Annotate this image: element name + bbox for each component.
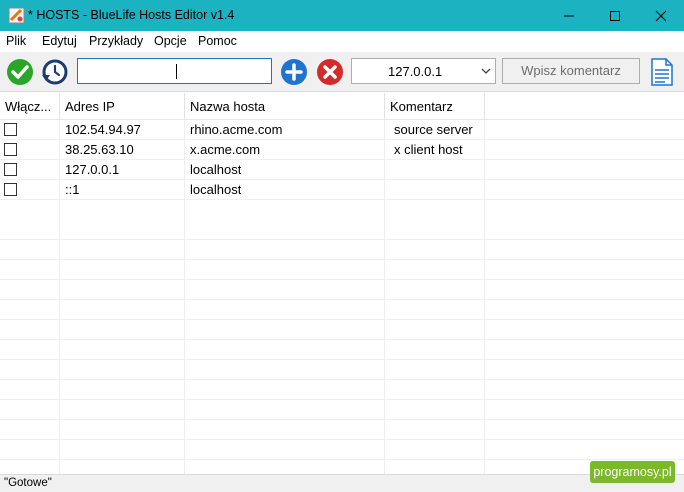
maximize-icon — [610, 10, 620, 21]
minimize-icon — [564, 15, 574, 16]
menu-opcje[interactable]: Opcje — [154, 34, 187, 48]
enable-checkbox[interactable] — [4, 163, 17, 176]
empty-row-line — [0, 439, 684, 440]
column-header-host[interactable]: Nazwa hosta — [185, 93, 385, 120]
clock-restore-icon[interactable] — [40, 58, 68, 86]
ip-cell: 102.54.94.97 — [65, 122, 141, 137]
empty-row-line — [0, 259, 684, 260]
app-icon — [8, 7, 25, 24]
table-row[interactable]: ::1 localhost — [0, 180, 684, 200]
empty-row-line — [0, 459, 684, 460]
menu-plik[interactable]: Plik — [6, 34, 26, 48]
status-bar: "Gotowe" — [0, 474, 684, 492]
minimize-button[interactable] — [546, 0, 592, 31]
host-cell: localhost — [190, 162, 242, 177]
empty-row-line — [0, 379, 684, 380]
menu-pomoc[interactable]: Pomoc — [198, 34, 237, 48]
ip-combo[interactable]: 127.0.0.1 — [351, 58, 496, 84]
watermark: programosy.pl — [590, 461, 675, 483]
ip-cell: 38.25.63.10 — [65, 142, 134, 157]
menu-przyklady[interactable]: Przykłady — [89, 34, 143, 48]
plus-circle-icon[interactable] — [280, 58, 308, 86]
status-text: "Gotowe" — [4, 477, 52, 489]
column-header-comment[interactable]: Komentarz — [385, 93, 485, 120]
chevron-down-icon — [481, 68, 491, 74]
toolbar: 127.0.0.1 Wpisz komentarz — [0, 52, 684, 92]
checkmark-icon[interactable] — [6, 58, 34, 86]
table-row[interactable]: 38.25.63.10 x.acme.com x client host — [0, 140, 684, 160]
close-button[interactable] — [638, 0, 684, 31]
host-cell: rhino.acme.com — [190, 122, 283, 137]
comment-cell: x client host — [394, 142, 463, 157]
empty-row-line — [0, 399, 684, 400]
hosts-table: Włącz... Adres IP Nazwa hosta Komentarz … — [0, 93, 684, 474]
enable-checkbox[interactable] — [4, 143, 17, 156]
ip-cell: 127.0.0.1 — [65, 162, 120, 177]
ip-input[interactable] — [77, 58, 272, 84]
table-row[interactable]: 102.54.94.97 rhino.acme.com source serve… — [0, 120, 684, 140]
title-bar: * HOSTS - BlueLife Hosts Editor v1.4 — [0, 0, 684, 31]
window-title: * HOSTS - BlueLife Hosts Editor v1.4 — [28, 8, 235, 22]
comment-button[interactable]: Wpisz komentarz — [502, 58, 640, 84]
enable-checkbox[interactable] — [4, 123, 17, 136]
empty-row-line — [0, 419, 684, 420]
column-header-ip[interactable]: Adres IP — [60, 93, 185, 120]
column-header-enabled[interactable]: Włącz... — [0, 93, 60, 120]
table-header: Włącz... Adres IP Nazwa hosta Komentarz — [0, 93, 684, 120]
comment-cell: source server — [394, 122, 473, 137]
ip-combo-value: 127.0.0.1 — [388, 64, 443, 79]
empty-row-line — [0, 299, 684, 300]
menu-edytuj[interactable]: Edytuj — [42, 34, 77, 48]
close-icon — [655, 10, 667, 21]
document-icon[interactable] — [650, 58, 674, 86]
menu-bar: Plik Edytuj Przykłady Opcje Pomoc — [0, 31, 684, 52]
enable-checkbox[interactable] — [4, 183, 17, 196]
empty-row-line — [0, 319, 684, 320]
ip-cell: ::1 — [65, 182, 80, 197]
empty-row-line — [0, 239, 684, 240]
host-cell: localhost — [190, 182, 242, 197]
empty-row-line — [0, 279, 684, 280]
host-cell: x.acme.com — [190, 142, 261, 157]
text-caret — [176, 64, 177, 79]
empty-row-line — [0, 339, 684, 340]
maximize-button[interactable] — [592, 0, 638, 31]
table-row[interactable]: 127.0.0.1 localhost — [0, 160, 684, 180]
x-circle-icon[interactable] — [316, 58, 344, 86]
empty-row-line — [0, 359, 684, 360]
